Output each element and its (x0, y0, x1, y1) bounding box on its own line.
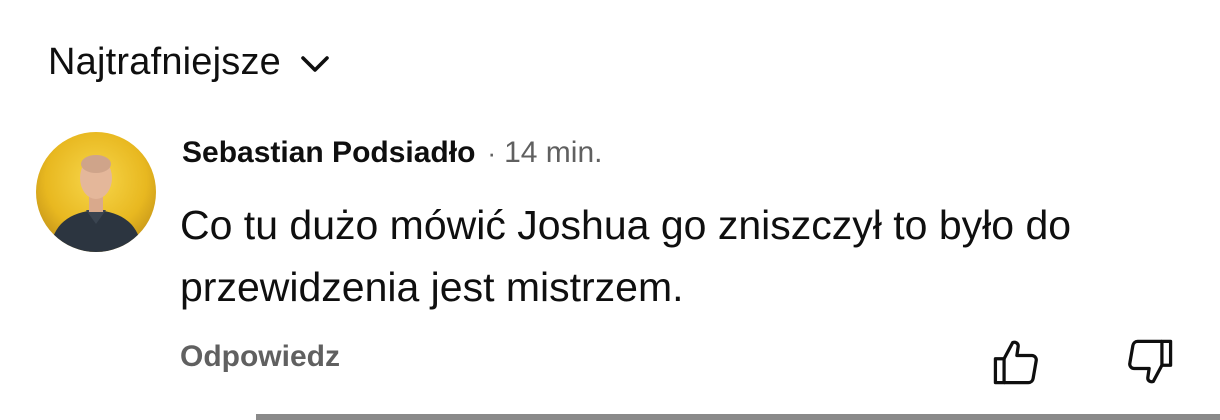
comment-text: Co tu dużo mówić Joshua go zniszczył to … (180, 202, 1072, 310)
avatar[interactable] (36, 132, 156, 252)
sort-label: Najtrafniejsze (48, 40, 282, 83)
divider-bar (256, 414, 1220, 420)
thumb-up-icon[interactable] (990, 336, 1042, 388)
chevron-down-icon (301, 56, 329, 72)
user-avatar-image (36, 132, 156, 252)
comment-header: Sebastian Podsiadło · 14 min. (182, 136, 602, 170)
comment-author[interactable]: Sebastian Podsiadło (182, 136, 475, 170)
comment-time: 14 min. (504, 136, 603, 169)
separator-dot: · (487, 138, 497, 168)
sort-dropdown[interactable]: Najtrafniejsze (48, 38, 333, 86)
reply-button[interactable]: Odpowiedz (180, 340, 340, 374)
thumb-down-icon[interactable] (1124, 336, 1176, 388)
comment-item: Sebastian Podsiadło · 14 min. Co tu dużo… (36, 130, 1196, 420)
comments-section: Najtrafniejsze Sebastian Podsiadło · 14 … (0, 0, 1220, 420)
